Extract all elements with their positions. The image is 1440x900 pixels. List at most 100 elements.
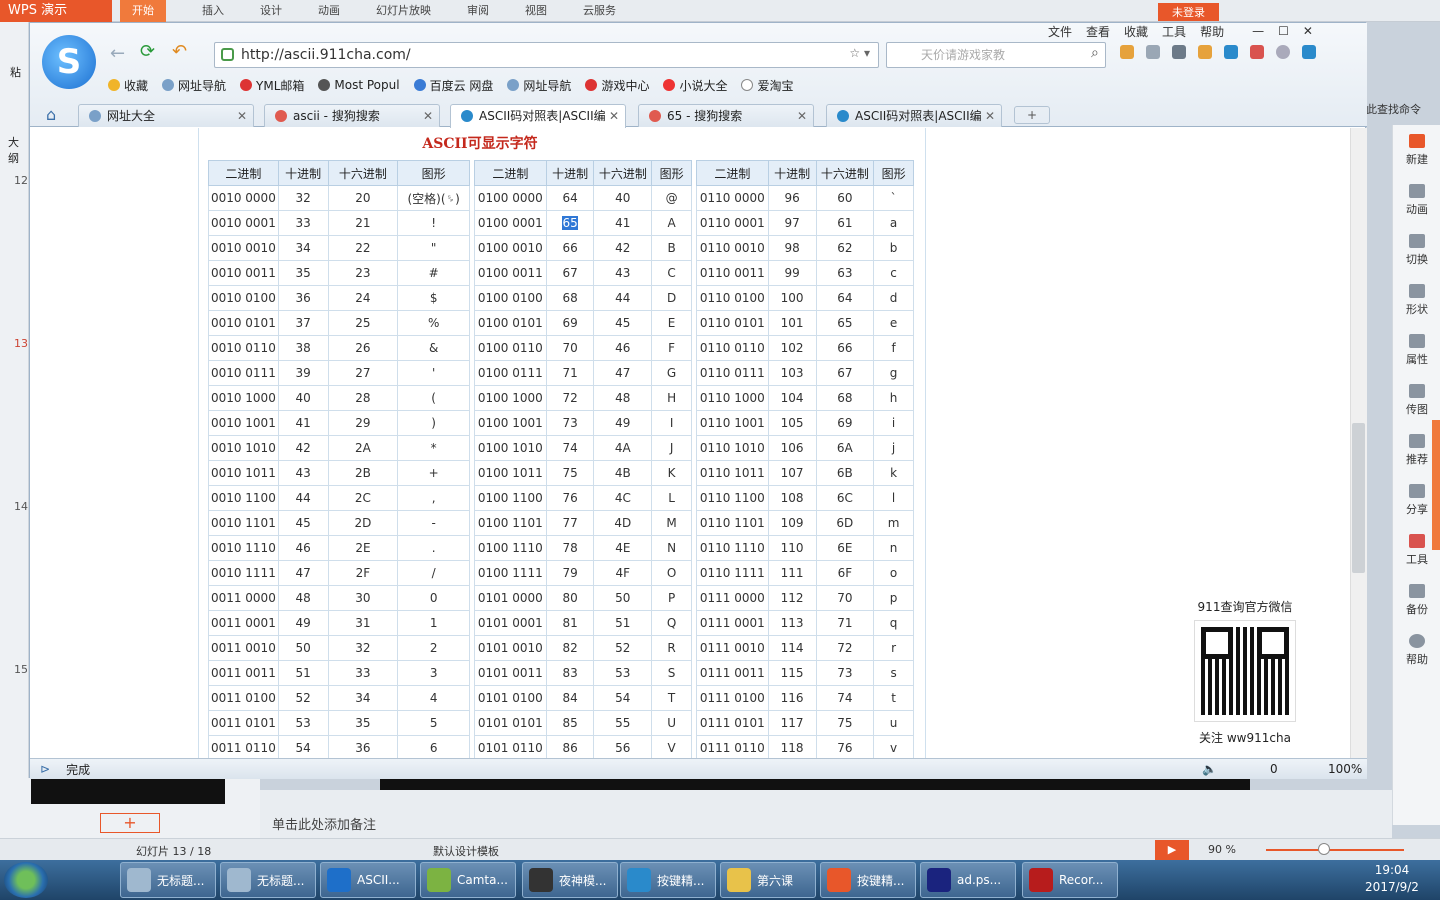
table-cell[interactable]: 99 bbox=[767, 260, 817, 286]
bookmark-most-popular[interactable]: Most Popul bbox=[318, 78, 400, 92]
zoom-slider-thumb[interactable] bbox=[1318, 843, 1330, 855]
table-cell[interactable]: P bbox=[651, 585, 692, 611]
table-cell[interactable]: 106 bbox=[767, 435, 817, 461]
table-cell[interactable]: N bbox=[651, 535, 692, 561]
table-cell[interactable]: 0010 0111 bbox=[208, 360, 279, 386]
table-cell[interactable]: 36 bbox=[327, 735, 399, 758]
table-cell[interactable]: 44 bbox=[593, 285, 653, 311]
table-cell[interactable]: 65 bbox=[545, 210, 595, 236]
table-cell[interactable]: 0110 1100 bbox=[696, 485, 769, 511]
table-cell[interactable]: 0100 1000 bbox=[474, 385, 547, 411]
tool-upload-image[interactable]: 传图 bbox=[1393, 375, 1440, 425]
bookmark-novels[interactable]: 小说大全 bbox=[663, 77, 727, 94]
table-cell[interactable]: 0010 0100 bbox=[208, 285, 279, 311]
table-cell[interactable]: 4C bbox=[593, 485, 653, 511]
table-cell[interactable]: 43 bbox=[593, 260, 653, 286]
table-cell[interactable]: 0011 0110 bbox=[208, 735, 279, 758]
table-cell[interactable]: 50 bbox=[277, 635, 329, 661]
table-cell[interactable]: & bbox=[397, 335, 470, 361]
table-cell[interactable]: 6C bbox=[815, 485, 875, 511]
table-cell[interactable]: 0011 0010 bbox=[208, 635, 279, 661]
table-cell[interactable]: p bbox=[873, 585, 914, 611]
table-cell[interactable]: 62 bbox=[815, 235, 875, 261]
table-cell[interactable]: f bbox=[873, 335, 914, 361]
table-cell[interactable]: 66 bbox=[545, 235, 595, 261]
taskbar-item[interactable]: 第六课 bbox=[720, 862, 816, 898]
table-cell[interactable]: j bbox=[873, 435, 914, 461]
table-cell[interactable]: 75 bbox=[545, 460, 595, 486]
table-cell[interactable]: R bbox=[651, 635, 692, 661]
ribbon-tab-home[interactable]: 开始 bbox=[120, 0, 166, 24]
extension-icon[interactable] bbox=[1120, 45, 1134, 59]
bookmark-baidu-cloud[interactable]: 百度云 网盘 bbox=[413, 77, 493, 94]
table-cell[interactable]: Q bbox=[651, 610, 692, 636]
table-cell[interactable]: 64 bbox=[545, 185, 595, 211]
table-cell[interactable]: 68 bbox=[545, 285, 595, 311]
table-cell[interactable]: o bbox=[873, 560, 914, 586]
table-cell[interactable]: t bbox=[873, 685, 914, 711]
table-cell[interactable]: 0010 0101 bbox=[208, 310, 279, 336]
table-cell[interactable]: k bbox=[873, 460, 914, 486]
table-cell[interactable]: 35 bbox=[327, 710, 399, 736]
table-cell[interactable]: 0111 0011 bbox=[696, 660, 769, 686]
table-cell[interactable]: 115 bbox=[767, 660, 817, 686]
download-icon[interactable] bbox=[1302, 45, 1316, 59]
table-cell[interactable]: M bbox=[651, 510, 692, 536]
table-cell[interactable]: 2B bbox=[327, 460, 399, 486]
app-icon[interactable] bbox=[1250, 45, 1264, 59]
table-cell[interactable]: 0010 1101 bbox=[208, 510, 279, 536]
table-cell[interactable]: 107 bbox=[767, 460, 817, 486]
table-cell[interactable]: U bbox=[651, 710, 692, 736]
table-cell[interactable]: 1 bbox=[397, 610, 470, 636]
home-icon[interactable]: ⌂ bbox=[46, 105, 56, 124]
table-cell[interactable]: 41 bbox=[593, 210, 653, 236]
table-cell[interactable]: 0110 0000 bbox=[696, 185, 769, 211]
address-bar[interactable]: http://ascii.911cha.com/ ☆ ▾ bbox=[214, 42, 879, 68]
table-cell[interactable]: 50 bbox=[593, 585, 653, 611]
taskbar-item[interactable]: ASCII... bbox=[320, 862, 416, 898]
bookmark-favorites[interactable]: 收藏 bbox=[108, 77, 148, 94]
table-cell[interactable]: # bbox=[397, 260, 470, 286]
table-cell[interactable]: 0101 0101 bbox=[474, 710, 547, 736]
table-cell[interactable]: 36 bbox=[277, 285, 329, 311]
close-icon[interactable]: ✕ bbox=[1303, 24, 1313, 38]
table-cell[interactable]: 40 bbox=[277, 385, 329, 411]
bookmark-nav-2[interactable]: 网址导航 bbox=[507, 77, 571, 94]
menu-view[interactable]: 查看 bbox=[1086, 23, 1110, 40]
bookmark-taobao[interactable]: 爱淘宝 bbox=[741, 77, 793, 94]
table-cell[interactable]: 0101 0000 bbox=[474, 585, 547, 611]
table-cell[interactable]: 102 bbox=[767, 335, 817, 361]
table-cell[interactable]: 45 bbox=[277, 510, 329, 536]
table-cell[interactable]: 112 bbox=[767, 585, 817, 611]
table-cell[interactable]: 40 bbox=[593, 185, 653, 211]
print-icon[interactable] bbox=[1146, 45, 1160, 59]
bookmark-yml-mail[interactable]: YML邮箱 bbox=[240, 77, 304, 94]
taskbar-item[interactable]: ad.ps... bbox=[920, 862, 1016, 898]
table-cell[interactable]: 6F bbox=[815, 560, 875, 586]
table-cell[interactable]: 70 bbox=[545, 335, 595, 361]
table-cell[interactable]: 0110 0111 bbox=[696, 360, 769, 386]
table-cell[interactable]: 2 bbox=[397, 635, 470, 661]
table-cell[interactable]: ! bbox=[397, 210, 470, 236]
star-icon[interactable]: ☆ ▾ bbox=[849, 46, 870, 60]
minimize-icon[interactable]: — bbox=[1252, 24, 1264, 38]
table-cell[interactable]: 63 bbox=[815, 260, 875, 286]
table-cell[interactable]: 0010 1100 bbox=[208, 485, 279, 511]
table-cell[interactable]: 0101 0001 bbox=[474, 610, 547, 636]
ribbon-tab-design[interactable]: 设计 bbox=[260, 0, 282, 24]
maximize-icon[interactable]: ☐ bbox=[1278, 24, 1289, 38]
table-cell[interactable]: ` bbox=[873, 185, 914, 211]
table-cell[interactable]: 71 bbox=[545, 360, 595, 386]
taskbar-item[interactable]: Recor... bbox=[1022, 862, 1118, 898]
table-cell[interactable]: 0010 0011 bbox=[208, 260, 279, 286]
tool-shape[interactable]: 形状 bbox=[1393, 275, 1440, 325]
slide-thumbnail[interactable] bbox=[31, 778, 225, 804]
table-cell[interactable]: ( bbox=[397, 385, 470, 411]
table-cell[interactable]: 32 bbox=[327, 635, 399, 661]
table-cell[interactable]: * bbox=[397, 435, 470, 461]
tool-animation[interactable]: 动画 bbox=[1393, 175, 1440, 225]
table-cell[interactable]: - bbox=[397, 510, 470, 536]
table-cell[interactable]: 56 bbox=[593, 735, 653, 758]
table-cell[interactable]: 101 bbox=[767, 310, 817, 336]
table-cell[interactable]: 0100 1110 bbox=[474, 535, 547, 561]
